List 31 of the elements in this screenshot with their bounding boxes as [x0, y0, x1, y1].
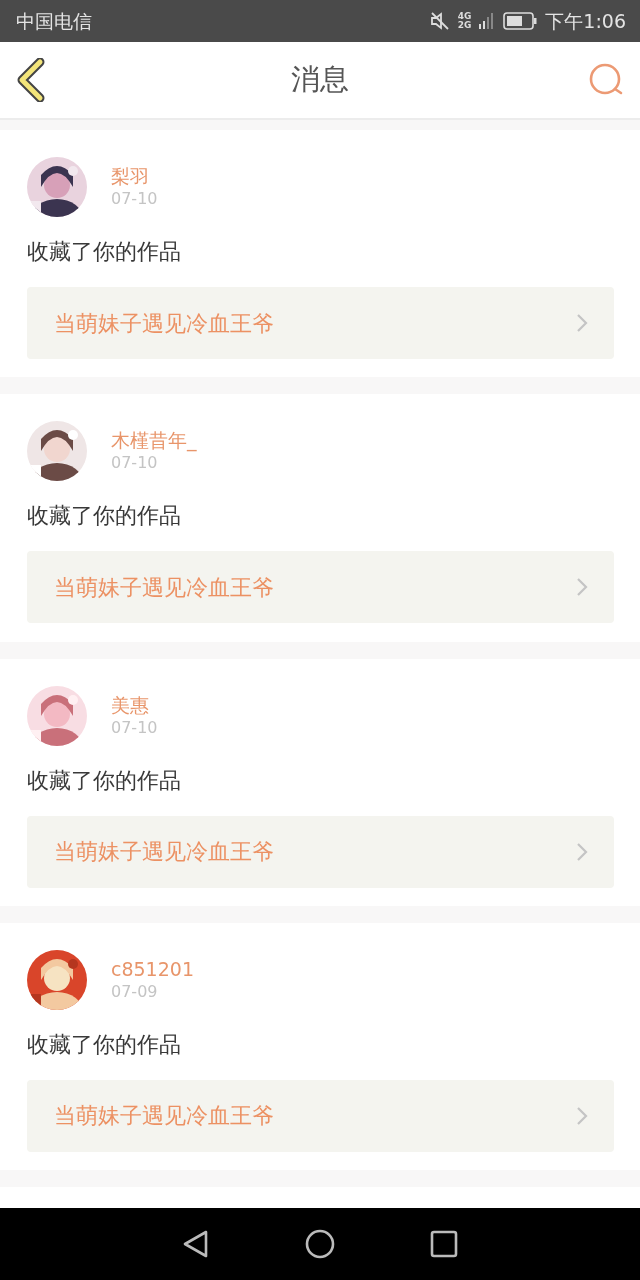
user-name[interactable]: c851201 — [111, 956, 194, 981]
recents-nav-icon[interactable] — [430, 1230, 458, 1258]
message-date: 07-10 — [111, 188, 158, 210]
work-link[interactable]: 当萌妹子遇见冷血王爷 — [27, 1079, 614, 1152]
home-nav-icon[interactable] — [305, 1229, 335, 1259]
work-link[interactable]: 当萌妹子遇见冷血王爷 — [27, 551, 614, 624]
network-label: 2G — [457, 21, 472, 30]
chevron-right-icon — [576, 577, 588, 598]
chevron-right-icon — [576, 1105, 588, 1126]
message-text: 收藏了你的作品 — [27, 502, 182, 531]
message-date: 07-10 — [111, 716, 158, 739]
user-name[interactable]: 美惠 — [111, 692, 158, 717]
user-name[interactable]: 梨羽 — [111, 164, 158, 188]
signal-icon — [479, 12, 496, 30]
back-nav-icon[interactable] — [182, 1229, 210, 1259]
page-title: 消息 — [291, 61, 349, 99]
message-text: 收藏了你的作品 — [27, 238, 182, 266]
work-link[interactable]: 当萌妹子遇见冷血王爷 — [27, 287, 614, 359]
carrier-name: 中国电信 — [16, 8, 92, 34]
user-name[interactable]: 木槿昔年_ — [111, 428, 197, 453]
battery-icon — [503, 12, 538, 30]
message-text: 收藏了你的作品 — [27, 766, 182, 795]
work-link[interactable]: 当萌妹子遇见冷血王爷 — [27, 815, 614, 888]
chevron-right-icon — [576, 313, 588, 333]
clock-time: 下午1:06 — [545, 8, 626, 34]
network-label: 4G — [457, 12, 472, 21]
message-date: 07-09 — [111, 980, 159, 1003]
message-text: 收藏了你的作品 — [27, 1030, 182, 1059]
mute-icon — [429, 11, 450, 31]
chevron-right-icon — [576, 841, 588, 862]
message-date: 07-10 — [111, 452, 159, 475]
